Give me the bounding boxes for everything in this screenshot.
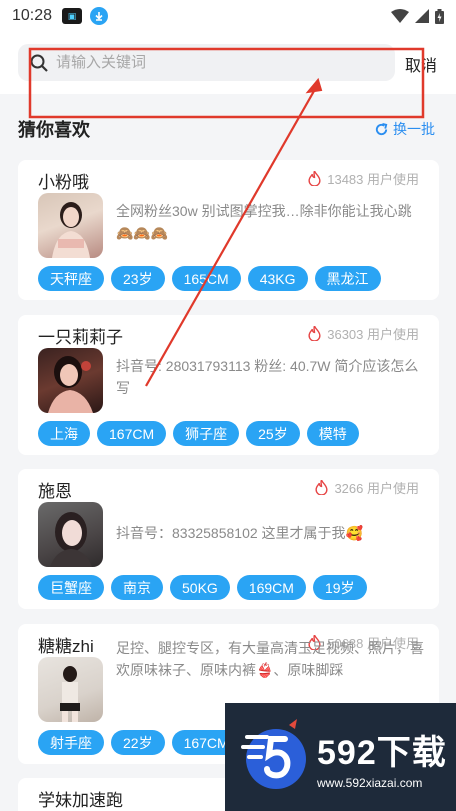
app-badge-icon: ▣ bbox=[62, 8, 83, 24]
refresh-button[interactable]: 换一批 bbox=[374, 119, 435, 139]
watermark-logo: 592下载 www.592xiazai.com bbox=[225, 703, 456, 811]
usage-count: 36303 用户使用 bbox=[308, 324, 419, 343]
tag: 上海 bbox=[38, 421, 90, 446]
search-box[interactable] bbox=[18, 44, 395, 81]
character-card[interactable]: 小粉哦 13483 用户使用 全网粉丝30w 别试图掌控我…除非你能让我心跳🙈🙈… bbox=[18, 160, 439, 300]
tag: 南京 bbox=[111, 575, 163, 600]
section-title: 猜你喜欢 bbox=[18, 120, 90, 140]
tag: 19岁 bbox=[312, 575, 367, 600]
tag: 模特 bbox=[306, 421, 359, 446]
wifi-icon bbox=[391, 9, 409, 23]
usage-count: 13483 用户使用 bbox=[308, 169, 419, 188]
tag: 天秤座 bbox=[38, 266, 104, 291]
signal-icon bbox=[415, 9, 429, 23]
avatar bbox=[38, 657, 103, 722]
tag: 43KG bbox=[247, 266, 308, 291]
avatar bbox=[38, 348, 103, 413]
card-desc: 足控、腿控专区，有大量高清玉足视频、照片，喜欢原味袜子、原味内裤👙、原味脚踩 bbox=[116, 640, 424, 678]
card-name: 小粉哦 bbox=[38, 173, 89, 192]
usage-text: 36303 用户使用 bbox=[327, 327, 419, 342]
tag-list: 巨蟹座 南京 50KG 169CM 19岁 bbox=[38, 575, 367, 600]
usage-count: 3266 用户使用 bbox=[315, 478, 419, 497]
battery-icon bbox=[435, 8, 444, 24]
tag-list: 天秤座 23岁 165CM 43KG 黑龙江 bbox=[38, 266, 381, 291]
tag: 巨蟹座 bbox=[38, 575, 104, 600]
status-icons bbox=[391, 8, 444, 24]
tag-list: 射手座 22岁 167CM bbox=[38, 730, 241, 755]
search-bar: 取消 bbox=[0, 32, 456, 94]
tag: 黑龙江 bbox=[314, 266, 381, 291]
fire-icon bbox=[315, 480, 329, 495]
status-time: 10:28 bbox=[12, 7, 53, 24]
avatar bbox=[38, 193, 103, 258]
character-card[interactable]: 施恩 3266 用户使用 抖音号：83325858102 这里才属于我🥰 巨蟹座… bbox=[18, 469, 439, 609]
card-desc: 全网粉丝30w 别试图掌控我…除非你能让我心跳🙈🙈🙈 bbox=[116, 203, 412, 241]
character-card[interactable]: 一只莉莉子 36303 用户使用 抖音号: 28031793113 粉丝: 40… bbox=[18, 315, 439, 455]
download-icon bbox=[90, 7, 109, 25]
tag-list: 上海 167CM 狮子座 25岁 模特 bbox=[38, 421, 359, 446]
tag: 23岁 bbox=[111, 266, 165, 291]
usage-text: 13483 用户使用 bbox=[327, 172, 419, 187]
refresh-icon bbox=[375, 122, 388, 135]
tag: 169CM bbox=[236, 575, 306, 600]
cancel-button[interactable]: 取消 bbox=[405, 52, 437, 76]
card-name: 一只莉莉子 bbox=[38, 328, 123, 347]
card-desc: 抖音号：83325858102 这里才属于我🥰 bbox=[116, 525, 363, 541]
search-icon bbox=[30, 54, 48, 72]
card-desc: 抖音号: 28031793113 粉丝: 40.7W 简介应该怎么写 bbox=[116, 358, 419, 396]
tag: 165CM bbox=[171, 266, 241, 291]
card-name: 糖糖zhi bbox=[38, 637, 94, 656]
tag: 25岁 bbox=[246, 421, 300, 446]
tag: 射手座 bbox=[38, 730, 104, 755]
watermark-brand: 592下载 bbox=[317, 733, 447, 772]
card-name: 学妹加速跑 bbox=[38, 791, 123, 810]
fire-icon bbox=[308, 326, 321, 341]
fire-icon bbox=[308, 171, 321, 186]
tag: 狮子座 bbox=[173, 421, 240, 446]
tag: 167CM bbox=[97, 421, 167, 446]
usage-text: 3266 用户使用 bbox=[334, 481, 419, 496]
tag: 22岁 bbox=[111, 730, 165, 755]
search-input[interactable] bbox=[56, 54, 356, 71]
card-name: 施恩 bbox=[38, 482, 72, 501]
tag: 50KG bbox=[170, 575, 230, 600]
status-bar: 10:28 ▣ bbox=[0, 0, 456, 32]
refresh-label: 换一批 bbox=[393, 121, 435, 137]
watermark-url: www.592xiazai.com bbox=[317, 775, 423, 790]
avatar bbox=[38, 502, 103, 567]
watermark-emblem bbox=[241, 719, 306, 789]
